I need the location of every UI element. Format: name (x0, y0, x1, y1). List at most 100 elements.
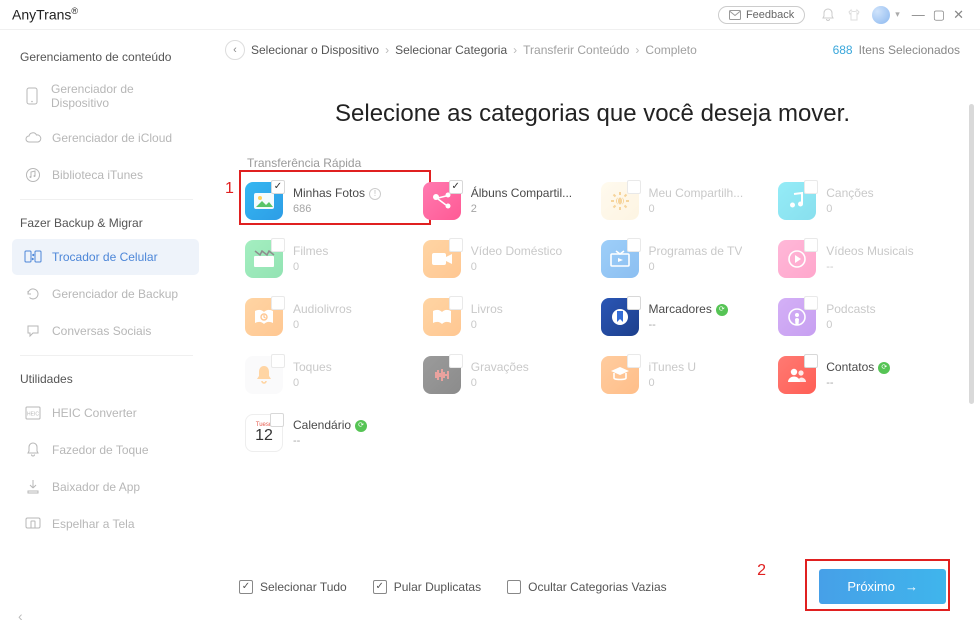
sync-badge-icon: ⟳ (878, 362, 890, 374)
category-label: Gravações (471, 360, 529, 376)
sidebar-item-backup-manager[interactable]: Gerenciador de Backup (12, 276, 199, 312)
next-button[interactable]: Próximo → (819, 569, 946, 604)
category-label: Programas de TV (649, 244, 743, 260)
ringtones-icon (245, 356, 283, 394)
chevron-down-icon[interactable]: ▾ (895, 9, 900, 20)
scrollbar-thumb[interactable] (969, 104, 974, 404)
sidebar-item-mirror[interactable]: Espelhar a Tela (12, 506, 199, 542)
category-label: Livros (471, 302, 503, 318)
category-count: 686 (293, 202, 381, 216)
switch-icon (24, 248, 42, 266)
category-contacts[interactable]: Contatos⟳-- (776, 352, 942, 398)
category-shared_albums[interactable]: ✓ Álbuns Compartil...2 (421, 178, 587, 224)
page-title: Selecione as categorias que você deseja … (225, 100, 960, 128)
category-my_sharing[interactable]: Meu Compartilh...0 (599, 178, 765, 224)
audiobooks-icon (245, 298, 283, 336)
mail-icon (729, 10, 741, 20)
checkbox-hide-empty[interactable]: Ocultar Categorias Vazias (507, 580, 667, 594)
checkbox-empty (449, 296, 463, 310)
checkbox-skip-duplicates[interactable]: ✓Pular Duplicatas (373, 580, 481, 594)
songs-icon (778, 182, 816, 220)
crumb-select-category[interactable]: Selecionar Categoria (395, 43, 507, 57)
download-icon (24, 478, 42, 496)
category-ringtones[interactable]: Toques0 (243, 352, 409, 398)
mirror-icon (24, 515, 42, 533)
bell-icon[interactable] (820, 7, 836, 23)
category-label: Meu Compartilh... (649, 186, 744, 202)
category-songs[interactable]: Canções0 (776, 178, 942, 224)
sidebar-item-ringtone[interactable]: Fazedor de Toque (12, 432, 199, 468)
main-panel: ‹ Selecionar o Dispositivo › Selecionar … (205, 30, 980, 634)
category-movies[interactable]: Filmes0 (243, 236, 409, 282)
checkbox-empty (270, 413, 284, 427)
home_video-icon (423, 240, 461, 278)
sidebar-section-utilities: Utilidades (8, 362, 205, 394)
calendar-icon: Tuesd12 (245, 414, 283, 452)
avatar[interactable] (872, 6, 890, 24)
sync-badge-icon: ⟳ (355, 420, 367, 432)
category-label: Álbuns Compartil... (471, 186, 572, 202)
category-calendar[interactable]: Tuesd12Calendário⟳-- (243, 410, 409, 456)
selected-label: Itens Selecionados (859, 43, 960, 57)
crumb-complete: Completo (645, 43, 696, 57)
sidebar-collapse-chevron[interactable]: ‹ (18, 608, 23, 624)
checkbox-empty (804, 180, 818, 194)
footer-bar: ✓Selecionar Tudo ✓Pular Duplicatas Ocult… (239, 569, 946, 604)
sidebar-item-icloud-manager[interactable]: Gerenciador de iCloud (12, 120, 199, 156)
sidebar-item-social-convos[interactable]: Conversas Sociais (12, 313, 199, 349)
sidebar-item-heic[interactable]: HEIC HEIC Converter (12, 395, 199, 431)
category-count: 2 (471, 202, 572, 216)
recordings-icon (423, 356, 461, 394)
sidebar-item-device-manager[interactable]: Gerenciador de Dispositivo (12, 73, 199, 119)
category-audiobooks[interactable]: Audiolivros0 (243, 294, 409, 340)
step-marker-1: 1 (225, 180, 234, 198)
books-icon (423, 298, 461, 336)
checkbox-empty (804, 238, 818, 252)
shirt-icon[interactable] (846, 7, 862, 23)
category-music_videos[interactable]: Vídeos Musicais-- (776, 236, 942, 282)
crumb-select-device[interactable]: Selecionar o Dispositivo (251, 43, 379, 57)
back-button[interactable]: ‹ (225, 40, 245, 60)
category-count: 0 (649, 202, 744, 216)
category-home_video[interactable]: Vídeo Doméstico0 (421, 236, 587, 282)
category-label: Toques (293, 360, 332, 376)
window-minimize[interactable]: — (912, 7, 925, 22)
window-close[interactable]: ✕ (953, 7, 964, 23)
category-count: 0 (293, 376, 332, 390)
checkbox-empty (627, 296, 641, 310)
category-my_photos[interactable]: ✓Minhas Fotos!686 (243, 178, 409, 224)
checkbox-empty (627, 354, 641, 368)
checkbox-select-all[interactable]: ✓Selecionar Tudo (239, 580, 347, 594)
category-count: -- (293, 434, 367, 448)
category-podcasts[interactable]: Podcasts0 (776, 294, 942, 340)
category-books[interactable]: Livros0 (421, 294, 587, 340)
sidebar: Gerenciamento de conteúdo Gerenciador de… (0, 30, 205, 634)
sidebar-item-app-downloader[interactable]: Baixador de App (12, 469, 199, 505)
tv_shows-icon (601, 240, 639, 278)
category-label: Minhas Fotos (293, 186, 365, 202)
movies-icon (245, 240, 283, 278)
category-count: 0 (471, 260, 562, 274)
bell-outline-icon (24, 441, 42, 459)
checkbox-empty (627, 180, 641, 194)
sidebar-item-phone-switcher[interactable]: Trocador de Celular (12, 239, 199, 275)
category-bookmarks[interactable]: Marcadores⟳-- (599, 294, 765, 340)
podcasts-icon (778, 298, 816, 336)
category-tv_shows[interactable]: Programas de TV0 (599, 236, 765, 282)
category-count: -- (649, 318, 728, 332)
sidebar-section-backup: Fazer Backup & Migrar (8, 206, 205, 238)
category-count: 0 (293, 260, 328, 274)
checkmark-icon: ✓ (449, 180, 463, 194)
feedback-button[interactable]: Feedback (718, 6, 805, 24)
music_videos-icon (778, 240, 816, 278)
category-itunes_u[interactable]: iTunes U0 (599, 352, 765, 398)
scrollbar[interactable] (969, 104, 974, 494)
sidebar-item-itunes-library[interactable]: Biblioteca iTunes (12, 157, 199, 193)
category-recordings[interactable]: Gravações0 (421, 352, 587, 398)
category-count: 0 (649, 376, 697, 390)
svg-text:HEIC: HEIC (27, 412, 39, 418)
crumb-transfer: Transferir Conteúdo (523, 43, 629, 57)
category-count: -- (826, 376, 890, 390)
window-maximize[interactable]: ▢ (933, 7, 945, 23)
category-label: Podcasts (826, 302, 875, 318)
